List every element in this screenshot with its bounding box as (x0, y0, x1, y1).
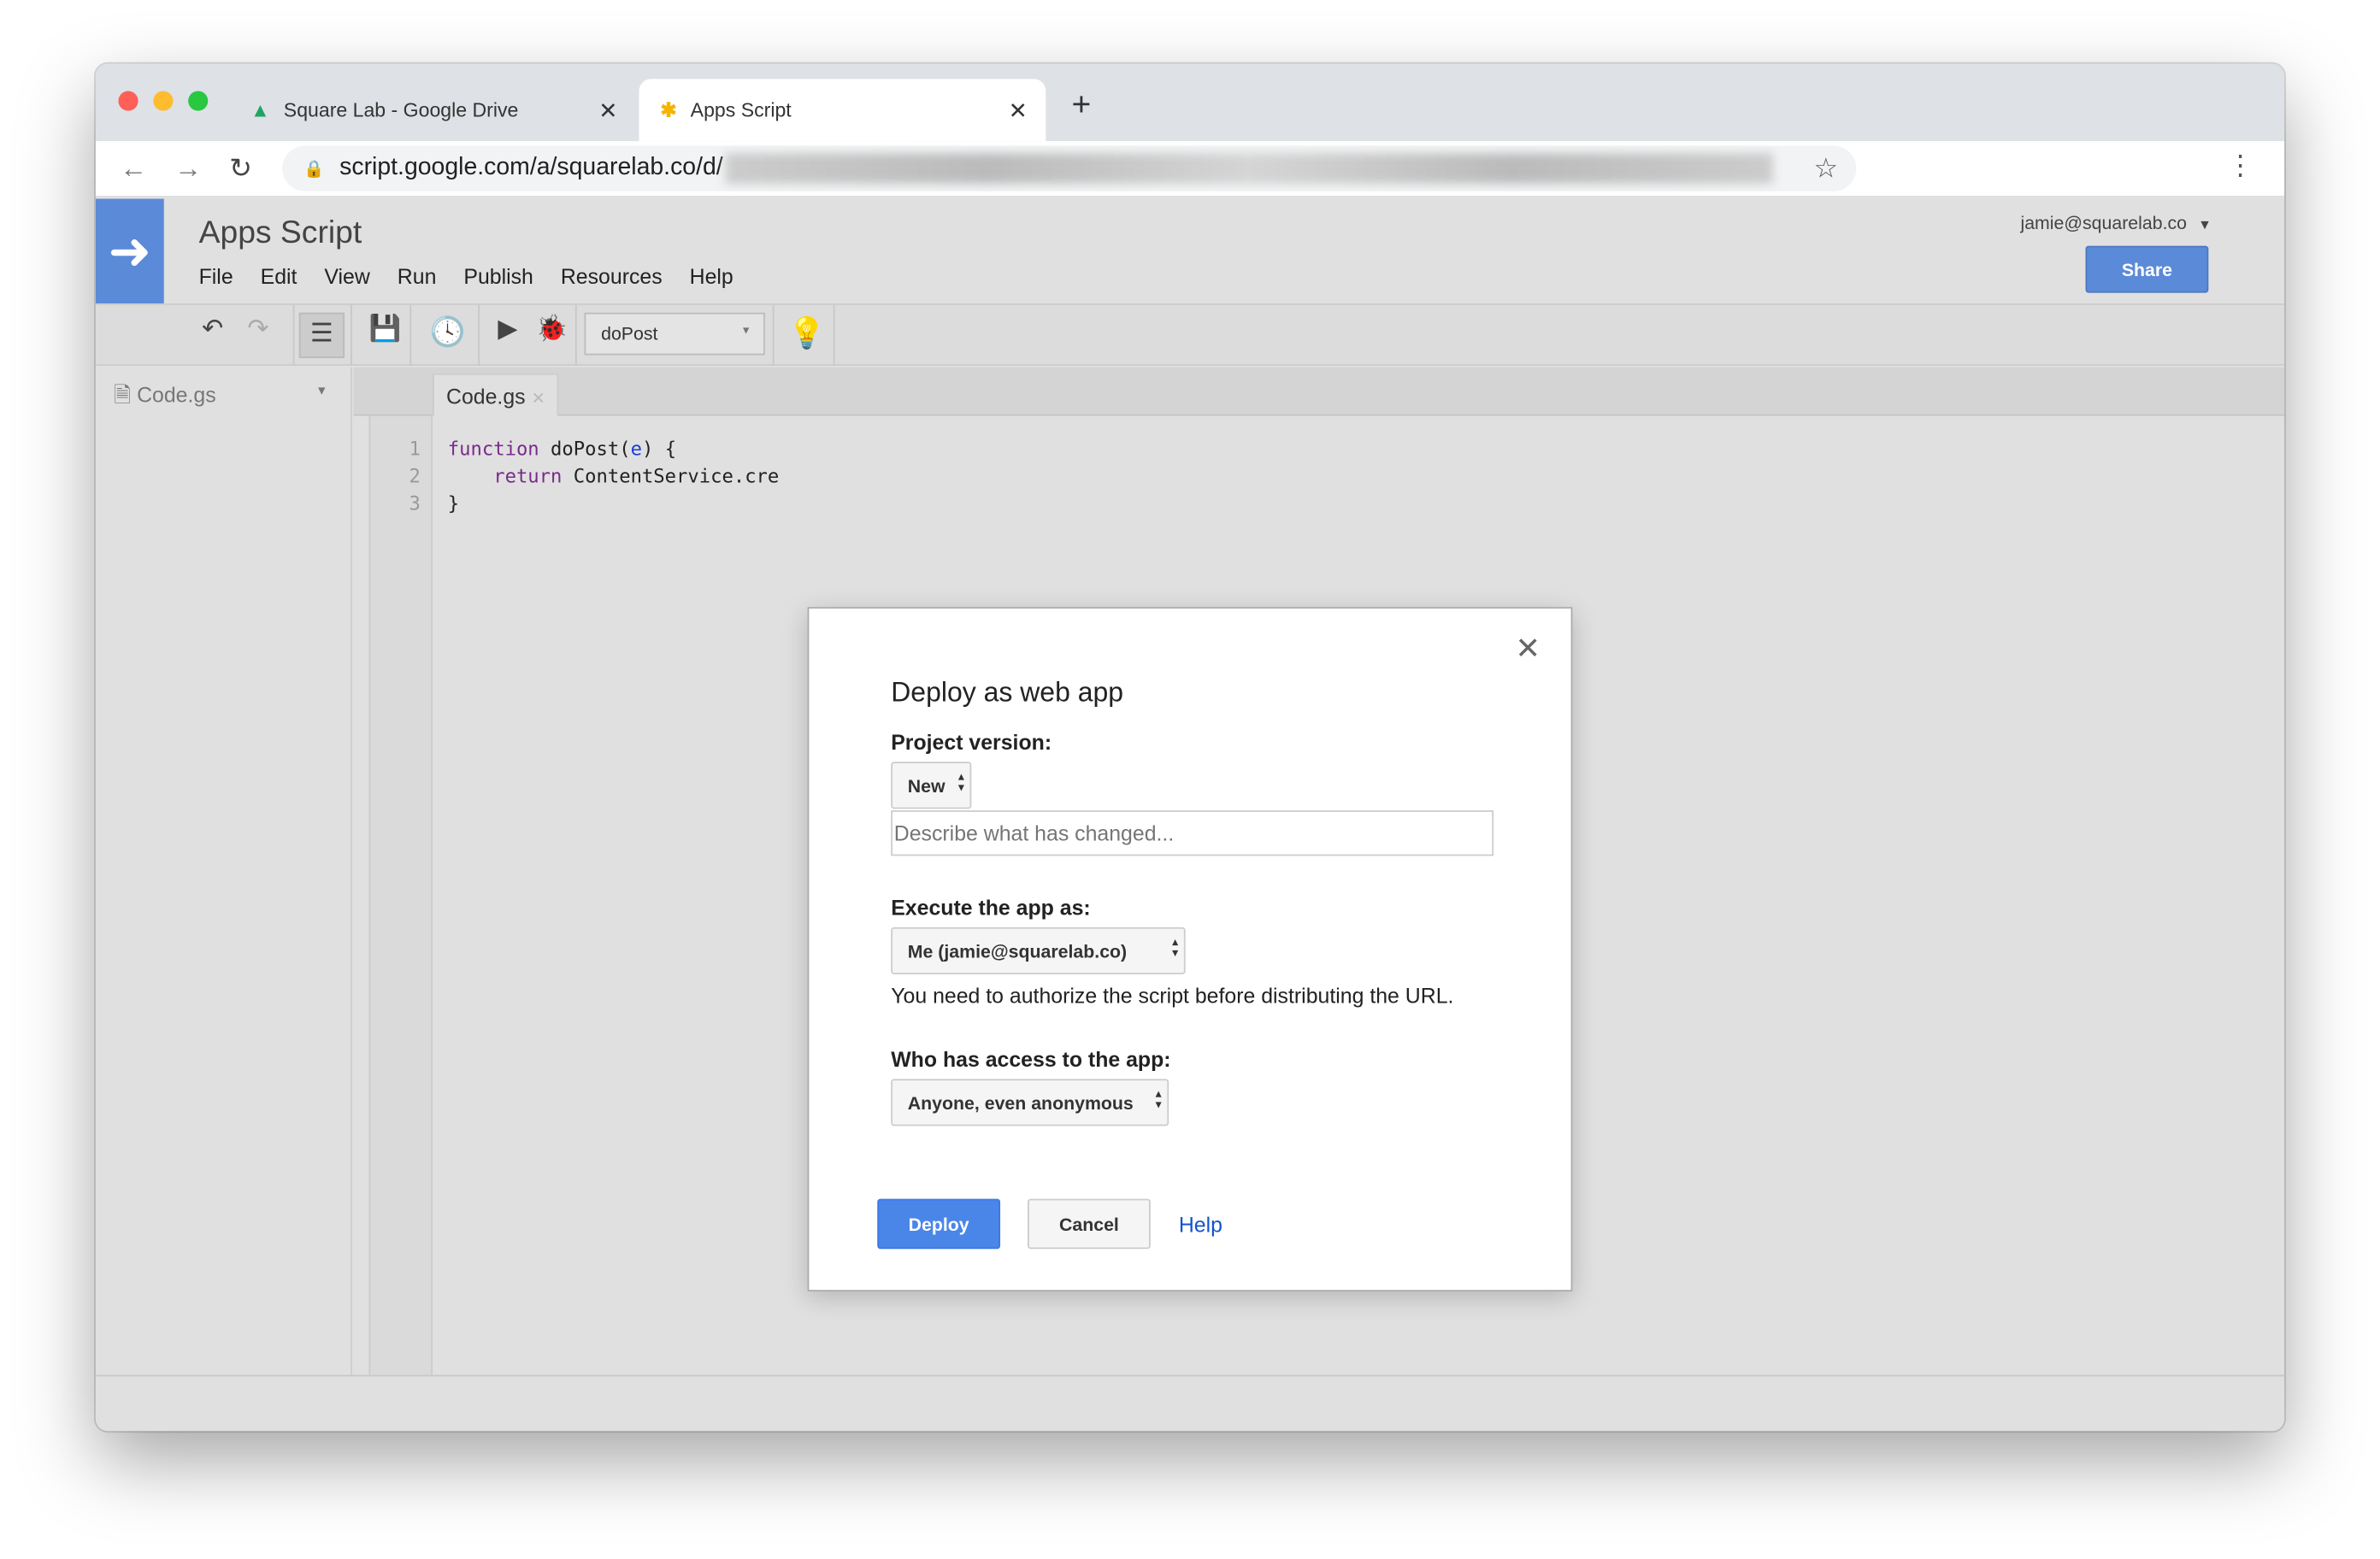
editor-tab-row: Code.gs ✕ (353, 367, 2285, 416)
url-input[interactable]: 🔒 script.google.com/a/squarelab.co/d/ ☆ (282, 145, 1857, 191)
save-icon[interactable]: 💾 (368, 315, 401, 345)
chevron-down-icon: ▼ (740, 326, 751, 338)
tab-apps-script[interactable]: ✱ Apps Script ✕ (639, 79, 1046, 142)
close-icon[interactable]: ✕ (1515, 630, 1541, 668)
address-bar-row: ← → ↻ 🔒 script.google.com/a/squarelab.co… (95, 141, 2285, 197)
chevron-down-icon[interactable]: ▼ (315, 384, 327, 397)
menu-help[interactable]: Help (690, 264, 733, 288)
execute-as-label: Execute the app as: (891, 895, 1091, 920)
deploy-web-app-dialog: ✕ Deploy as web app Project version: New… (807, 607, 1573, 1291)
cancel-button[interactable]: Cancel (1028, 1198, 1151, 1250)
browser-window: ▲ Square Lab - Google Drive ✕ ✱ Apps Scr… (95, 63, 2285, 1432)
chevron-down-icon: ▼ (2198, 216, 2212, 232)
menu-publish[interactable]: Publish (463, 264, 533, 288)
menu-edit[interactable]: Edit (261, 264, 298, 288)
project-title[interactable]: Apps Script (199, 215, 362, 252)
menu-resources[interactable]: Resources (561, 264, 663, 288)
deploy-button[interactable]: Deploy (877, 1198, 1001, 1250)
redacted-url (726, 153, 1774, 184)
maximize-window-button[interactable] (188, 91, 209, 111)
back-icon[interactable]: ← (120, 153, 147, 185)
menu-view[interactable]: View (324, 264, 369, 288)
execute-as-select[interactable]: Me (jamie@squarelab.co) (891, 927, 1186, 974)
close-tab-icon[interactable]: ✕ (598, 97, 617, 124)
access-label: Who has access to the app: (891, 1047, 1171, 1072)
browser-menu-icon[interactable]: ⋮ (2227, 150, 2254, 182)
toolbar: ↶ ↷ ☰ 💾 🕓 ▶ 🐞 doPost ▼ 💡 (95, 303, 2285, 366)
new-tab-button[interactable]: + (1072, 85, 1092, 124)
version-description-input[interactable] (891, 810, 1494, 856)
share-button[interactable]: Share (2085, 245, 2209, 293)
project-version-label: Project version: (891, 730, 1052, 755)
lock-icon: 🔒 (303, 160, 325, 179)
sidebar-file-code-gs[interactable]: 🗎 Code.gs ▼ (114, 379, 327, 416)
apps-script-editor: ➜ Apps Script File Edit View Run Publish… (95, 198, 2285, 1432)
apps-script-icon: ✱ (660, 97, 677, 121)
debug-bug-icon[interactable]: 🐞 (536, 315, 568, 345)
bookmark-star-icon[interactable]: ☆ (1813, 152, 1838, 184)
access-select[interactable]: Anyone, even anonymous (891, 1079, 1169, 1127)
code-editor[interactable]: function doPost(e) { return ContentServi… (448, 436, 780, 518)
lightbulb-icon[interactable]: 💡 (787, 315, 825, 352)
minimize-window-button[interactable] (153, 91, 174, 111)
google-drive-icon: ▲ (250, 98, 270, 122)
file-sidebar: 🗎 Code.gs ▼ (95, 367, 352, 1375)
menu-file[interactable]: File (199, 264, 233, 288)
line-gutter (368, 415, 433, 1375)
close-window-button[interactable] (118, 91, 138, 111)
reload-icon[interactable]: ↻ (229, 153, 252, 185)
forward-icon[interactable]: → (174, 153, 202, 185)
dialog-title: Deploy as web app (891, 676, 1124, 708)
tab-bar: ▲ Square Lab - Google Drive ✕ ✱ Apps Scr… (95, 63, 2285, 142)
apps-script-logo: ➜ (95, 198, 164, 304)
authorization-note: You need to authorize the script before … (891, 983, 1454, 1008)
function-select[interactable]: doPost ▼ (584, 312, 765, 356)
menu-run[interactable]: Run (398, 264, 437, 288)
menu-bar: File Edit View Run Publish Resources Hel… (199, 264, 733, 288)
tab-code-gs[interactable]: Code.gs ✕ (433, 373, 559, 416)
close-tab-icon[interactable]: ✕ (532, 390, 545, 408)
run-icon[interactable]: ▶ (498, 315, 517, 345)
status-bar (95, 1374, 2285, 1432)
line-numbers: 123 (409, 437, 421, 515)
undo-icon[interactable]: ↶ (202, 315, 223, 345)
indent-icon[interactable]: ☰ (298, 312, 345, 359)
redo-icon[interactable]: ↷ (247, 315, 268, 345)
close-tab-icon[interactable]: ✕ (1009, 97, 1028, 124)
file-icon: 🗎 (114, 382, 132, 407)
tab-google-drive[interactable]: ▲ Square Lab - Google Drive ✕ (229, 79, 636, 141)
account-menu[interactable]: jamie@squarelab.co ▼ (2020, 213, 2211, 234)
help-link[interactable]: Help (1173, 1199, 1228, 1250)
project-version-select[interactable]: New (891, 762, 972, 809)
triggers-clock-icon[interactable]: 🕓 (429, 315, 465, 351)
